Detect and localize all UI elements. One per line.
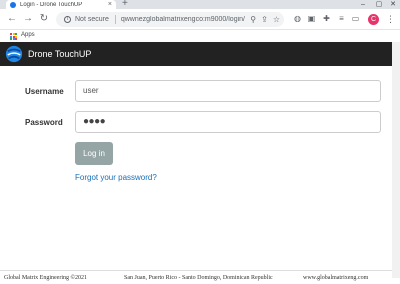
maximize-icon[interactable]: ▢: [372, 0, 386, 9]
apps-grid-icon[interactable]: [10, 33, 17, 40]
password-label: Password: [25, 118, 63, 127]
username-value: user: [83, 86, 99, 95]
extension-circle-icon[interactable]: ◍: [292, 13, 303, 25]
forward-arrow-icon[interactable]: →: [22, 13, 34, 25]
close-window-icon[interactable]: ✕: [386, 0, 400, 9]
login-form: Username user Password ●●●● Log in Forgo…: [0, 66, 392, 270]
kebab-menu-icon[interactable]: ⋮: [386, 13, 395, 25]
zoom-icon[interactable]: ⚲: [250, 12, 256, 27]
divider: [114, 15, 116, 24]
minimize-icon[interactable]: –: [356, 0, 370, 9]
username-label: Username: [25, 87, 64, 96]
tab-title: Login - Drone TouchUP: [20, 1, 83, 8]
bookmark-star-icon[interactable]: ☆: [273, 12, 280, 27]
cast-icon[interactable]: ▭: [350, 13, 361, 25]
password-input[interactable]: ●●●●: [75, 111, 381, 133]
footer-copyright: Global Matrix Engineering ©2021: [4, 275, 88, 281]
extension-frame-icon[interactable]: ▣: [306, 13, 317, 25]
footer-location: San Juan, Puerto Rico - Santo Domingo, D…: [124, 275, 273, 281]
browser-window: Login - Drone TouchUP × + – ▢ ✕ ← → ↻ i …: [0, 0, 400, 284]
info-icon[interactable]: i: [64, 16, 71, 23]
favicon-icon: [10, 1, 16, 8]
browser-toolbar: ← → ↻ i Not secure qwwnezglobalmatrixeng…: [0, 9, 400, 30]
reload-icon[interactable]: ↻: [38, 13, 50, 25]
page-footer: Global Matrix Engineering ©2021 San Juan…: [0, 270, 392, 284]
back-arrow-icon[interactable]: ←: [6, 13, 18, 25]
drone-logo-icon[interactable]: [5, 45, 23, 63]
apps-link[interactable]: Apps: [21, 32, 35, 38]
address-bar-actions: ⚲ ⇪ ☆: [250, 12, 280, 27]
share-icon[interactable]: ⇪: [261, 12, 268, 27]
login-button[interactable]: Log in: [75, 142, 113, 165]
tab-close-icon[interactable]: ×: [108, 0, 112, 9]
page-scrollbar[interactable]: [392, 42, 400, 278]
footer-website[interactable]: www.globalmatrixeng.com: [303, 275, 368, 281]
address-bar[interactable]: i Not secure qwwnezglobalmatrixengco:m90…: [56, 12, 284, 27]
media-icon[interactable]: ≡: [336, 13, 347, 25]
password-value: ●●●●: [83, 116, 106, 127]
app-navbar: Drone TouchUP: [0, 42, 392, 66]
forgot-password-link[interactable]: Forgot your password?: [75, 173, 157, 182]
security-status: Not secure: [75, 16, 109, 23]
puzzle-extensions-icon[interactable]: ✚: [321, 13, 332, 25]
url-text[interactable]: qwwnezglobalmatrixengco:m9000/login/: [121, 16, 245, 23]
brand-title[interactable]: Drone TouchUP: [28, 49, 91, 59]
bookmarks-bar: Apps: [0, 30, 400, 42]
tab-login[interactable]: Login - Drone TouchUP ×: [6, 0, 116, 9]
profile-avatar[interactable]: C: [368, 14, 379, 25]
username-input[interactable]: user: [75, 80, 381, 102]
tab-strip: Login - Drone TouchUP × + – ▢ ✕: [0, 0, 400, 9]
